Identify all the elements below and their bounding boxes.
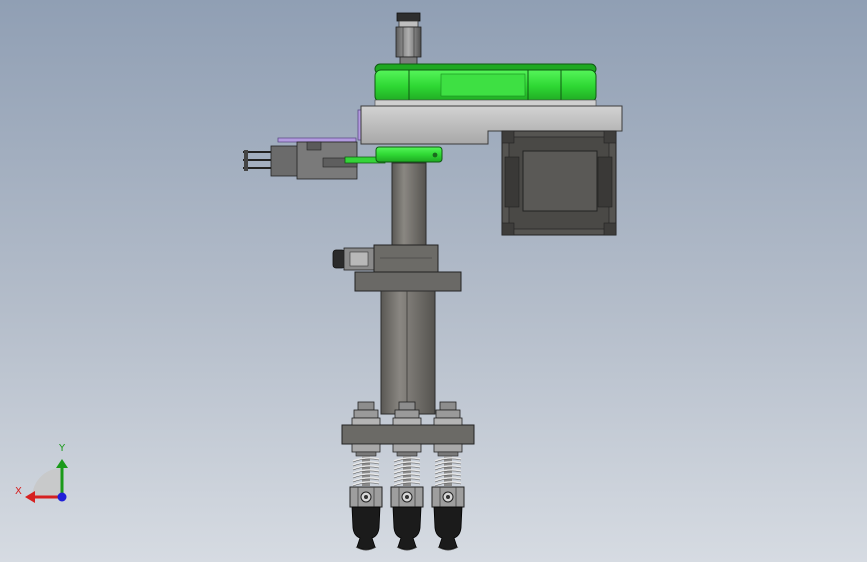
upper-shaft[interactable]	[391, 162, 427, 250]
suction-cups[interactable]	[349, 401, 465, 551]
spring	[352, 456, 380, 487]
sensor-flag[interactable]	[344, 146, 443, 164]
x-axis-label: X	[15, 486, 22, 497]
stepper-motor[interactable]	[501, 130, 617, 236]
timing-belt[interactable]	[374, 63, 597, 107]
lower-shaft[interactable]	[380, 290, 436, 415]
coordinate-triad	[25, 459, 68, 503]
spring	[393, 456, 421, 487]
suction-cup-unit[interactable]	[349, 401, 383, 551]
suction-cup-unit[interactable]	[431, 401, 465, 551]
suction-plate[interactable]	[341, 424, 475, 445]
x-axis-arrowhead	[25, 491, 35, 503]
side-air-fitting[interactable]	[332, 244, 439, 273]
sensor-assembly[interactable]	[243, 137, 358, 180]
y-axis-label: Y	[59, 443, 66, 454]
z-axis-dot	[57, 492, 67, 502]
graphics-viewport[interactable]: X Y	[0, 0, 867, 562]
top-air-fitting[interactable]	[395, 12, 422, 66]
spring	[434, 456, 462, 487]
suction-cup-unit[interactable]	[390, 401, 424, 551]
y-axis-arrowhead	[56, 459, 68, 468]
cad-model-view[interactable]	[0, 0, 867, 562]
flange[interactable]	[354, 271, 462, 292]
